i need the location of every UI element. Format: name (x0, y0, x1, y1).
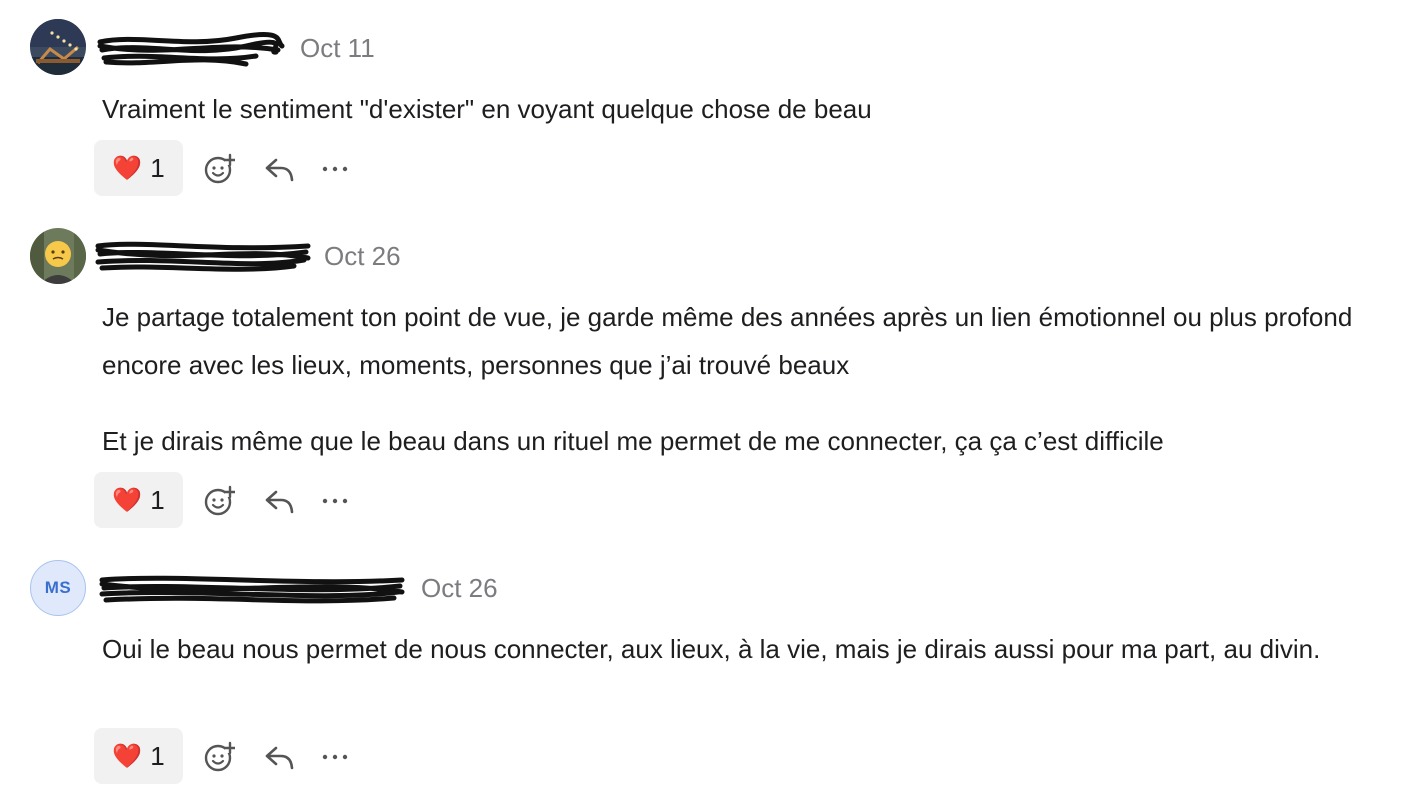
add-reaction-icon[interactable] (202, 484, 236, 518)
comment-actions: ❤️ 1 (94, 140, 394, 196)
comment-paragraph: Je partage totalement ton point de vue, … (102, 302, 1353, 380)
author-name[interactable] (99, 568, 412, 608)
heart-icon: ❤️ (112, 486, 143, 514)
comment-body: Vraiment le sentiment "d'exister" en voy… (102, 85, 1382, 133)
reaction-button[interactable]: ❤️ 1 (94, 140, 183, 196)
redaction-scribble (97, 32, 285, 67)
comment-paragraph: Vraiment le sentiment "d'exister" en voy… (102, 94, 872, 124)
comment-actions: ❤️ 1 (94, 728, 394, 784)
comment-body: Oui le beau nous permet de nous connecte… (102, 625, 1382, 673)
reply-icon[interactable] (262, 484, 296, 518)
timestamp: Oct 26 (324, 241, 401, 271)
comment-actions: ❤️ 1 (94, 472, 394, 528)
author-name[interactable] (95, 236, 318, 276)
avatar[interactable] (30, 19, 86, 75)
more-options-icon[interactable] (318, 152, 352, 186)
add-reaction-icon[interactable] (202, 152, 236, 186)
reply-icon[interactable] (262, 152, 296, 186)
reply-icon[interactable] (262, 740, 296, 774)
reaction-button[interactable]: ❤️ 1 (94, 728, 183, 784)
add-reaction-icon[interactable] (202, 740, 236, 774)
timestamp: Oct 11 (300, 33, 375, 63)
face-photo-avatar (30, 228, 86, 284)
heart-icon: ❤️ (112, 742, 143, 770)
comment-body: Je partage totalement ton point de vue, … (102, 293, 1382, 465)
bridge-photo-avatar (30, 19, 86, 75)
redaction-scribble (99, 575, 405, 604)
more-options-icon[interactable] (318, 484, 352, 518)
avatar-initials: MS (44, 578, 72, 597)
avatar[interactable]: MS (30, 560, 86, 616)
more-options-icon[interactable] (318, 740, 352, 774)
avatar[interactable] (30, 228, 86, 284)
comment-paragraph: Et je dirais même que le beau dans un ri… (102, 426, 1164, 456)
reaction-button[interactable]: ❤️ 1 (94, 472, 183, 528)
reaction-count: 1 (150, 152, 165, 183)
author-name[interactable] (97, 28, 290, 68)
heart-icon: ❤️ (112, 154, 143, 182)
comment-paragraph: Oui le beau nous permet de nous connecte… (102, 634, 1321, 664)
redaction-scribble (95, 241, 311, 272)
timestamp: Oct 26 (421, 573, 498, 603)
reaction-count: 1 (150, 484, 165, 515)
reaction-count: 1 (150, 740, 165, 771)
